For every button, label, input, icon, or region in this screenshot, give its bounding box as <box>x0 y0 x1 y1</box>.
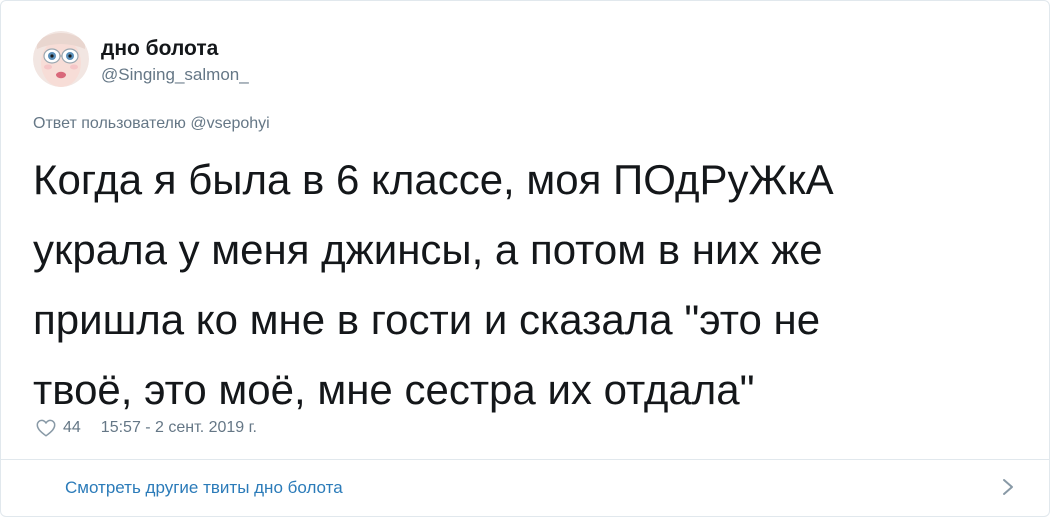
tweet-text-line: украла у меня джинсы, а потом в них же <box>33 226 823 273</box>
reply-context: Ответ пользователю @vsepohyi <box>33 115 270 133</box>
view-more-tweets-label: Смотреть другие твиты дно болота <box>65 478 343 497</box>
tweet-text-line: пришла ко мне в гости и сказала "это не <box>33 296 821 343</box>
like-count: 44 <box>63 419 81 436</box>
reply-user-link[interactable]: @vsepohyi <box>190 115 269 132</box>
tweet-meta: 44 15:57 - 2 сент. 2019 г. <box>35 417 257 439</box>
tweet-text-line: Когда я была в 6 классе, моя ПОдРуЖкА <box>33 156 834 203</box>
author-handle[interactable]: @Singing_salmon_ <box>101 65 249 85</box>
avatar-image <box>33 31 89 87</box>
tweet-text: Когда я была в 6 классе, моя ПОдРуЖкА ук… <box>33 145 1023 425</box>
tweet-timestamp[interactable]: 15:57 - 2 сент. 2019 г. <box>101 419 257 437</box>
heart-icon[interactable] <box>35 417 57 439</box>
avatar[interactable] <box>33 31 89 87</box>
tweet-card: дно болота @Singing_salmon_ Ответ пользо… <box>0 0 1050 517</box>
author-name[interactable]: дно болота <box>101 37 218 61</box>
tweet-text-line: твоё, это моё, мне сестра их отдала" <box>33 366 755 413</box>
view-more-tweets-link[interactable]: Смотреть другие твиты дно болота <box>1 460 1049 516</box>
reply-label: Ответ пользователю <box>33 115 186 132</box>
chevron-right-icon <box>1001 476 1015 498</box>
